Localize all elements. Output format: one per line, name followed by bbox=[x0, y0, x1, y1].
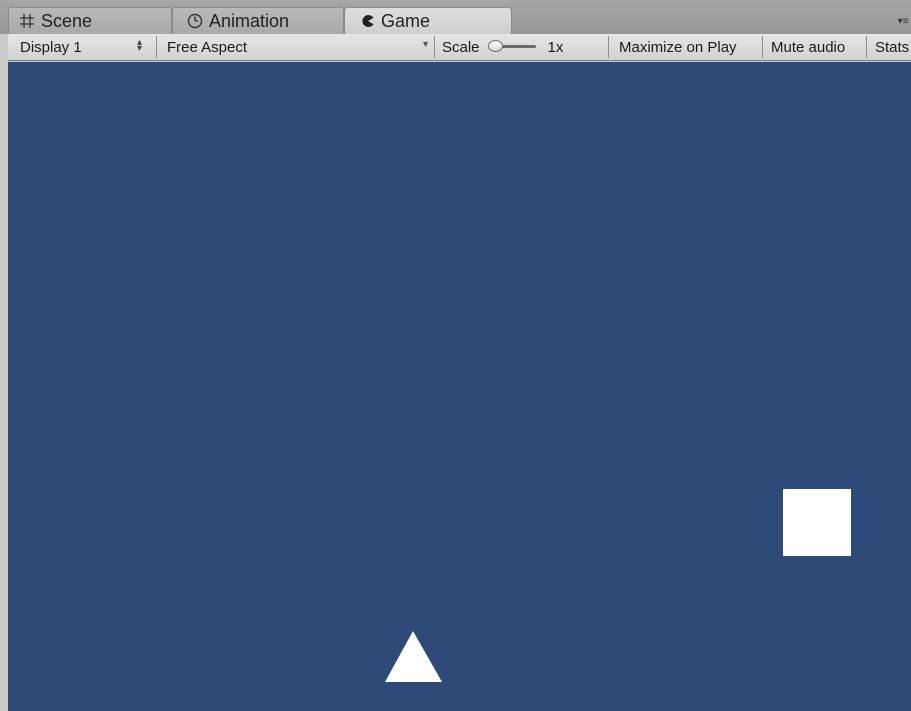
mute-audio-toggle[interactable]: Mute audio bbox=[762, 34, 866, 60]
tab-animation-label: Animation bbox=[209, 10, 290, 31]
chevron-down-icon: ▼ bbox=[421, 39, 430, 49]
grid-hash-icon bbox=[19, 13, 35, 29]
aspect-select[interactable]: Free Aspect ▼ bbox=[158, 34, 432, 60]
clock-icon bbox=[187, 13, 203, 29]
mute-audio-label: Mute audio bbox=[771, 38, 846, 56]
tab-bar: Scene Animation Game ▾≡ bbox=[0, 0, 911, 34]
triangle-sprite bbox=[385, 631, 442, 682]
aspect-select-label: Free Aspect bbox=[167, 38, 248, 56]
scale-slider[interactable] bbox=[487, 40, 536, 54]
toolbar-divider bbox=[608, 36, 609, 58]
tab-animation[interactable]: Animation bbox=[172, 7, 344, 34]
maximize-on-play-label: Maximize on Play bbox=[619, 38, 737, 56]
maximize-on-play-toggle[interactable]: Maximize on Play bbox=[610, 34, 762, 60]
scale-label: Scale bbox=[442, 38, 480, 56]
tab-game[interactable]: Game bbox=[344, 7, 512, 34]
tab-menu-icon[interactable]: ▾≡ bbox=[895, 15, 911, 29]
tab-game-label: Game bbox=[381, 10, 431, 31]
game-window: Scene Animation Game ▾≡ Display 1 ▴ ▾ Fr… bbox=[0, 0, 911, 711]
toolbar-divider bbox=[434, 36, 435, 58]
scale-slider-thumb[interactable] bbox=[487, 40, 503, 52]
scale-control: Scale 1x bbox=[440, 34, 608, 60]
pacman-icon bbox=[361, 14, 375, 28]
square-sprite bbox=[783, 489, 851, 556]
stats-label: Stats bbox=[875, 38, 910, 56]
tab-scene-label: Scene bbox=[41, 10, 93, 31]
tab-scene[interactable]: Scene bbox=[8, 7, 172, 34]
display-select-label: Display 1 bbox=[20, 38, 82, 56]
up-down-arrows-icon: ▴ ▾ bbox=[136, 37, 142, 54]
scale-value: 1x bbox=[547, 38, 564, 56]
game-scene-svg bbox=[385, 489, 851, 682]
toolbar-divider bbox=[156, 36, 157, 58]
game-view-canvas[interactable] bbox=[8, 62, 911, 711]
display-select[interactable]: Display 1 ▴ ▾ bbox=[8, 34, 148, 60]
stats-toggle[interactable]: Stats bbox=[866, 34, 911, 60]
game-toolbar: Display 1 ▴ ▾ Free Aspect ▼ Scale 1x Maxi… bbox=[8, 34, 911, 61]
